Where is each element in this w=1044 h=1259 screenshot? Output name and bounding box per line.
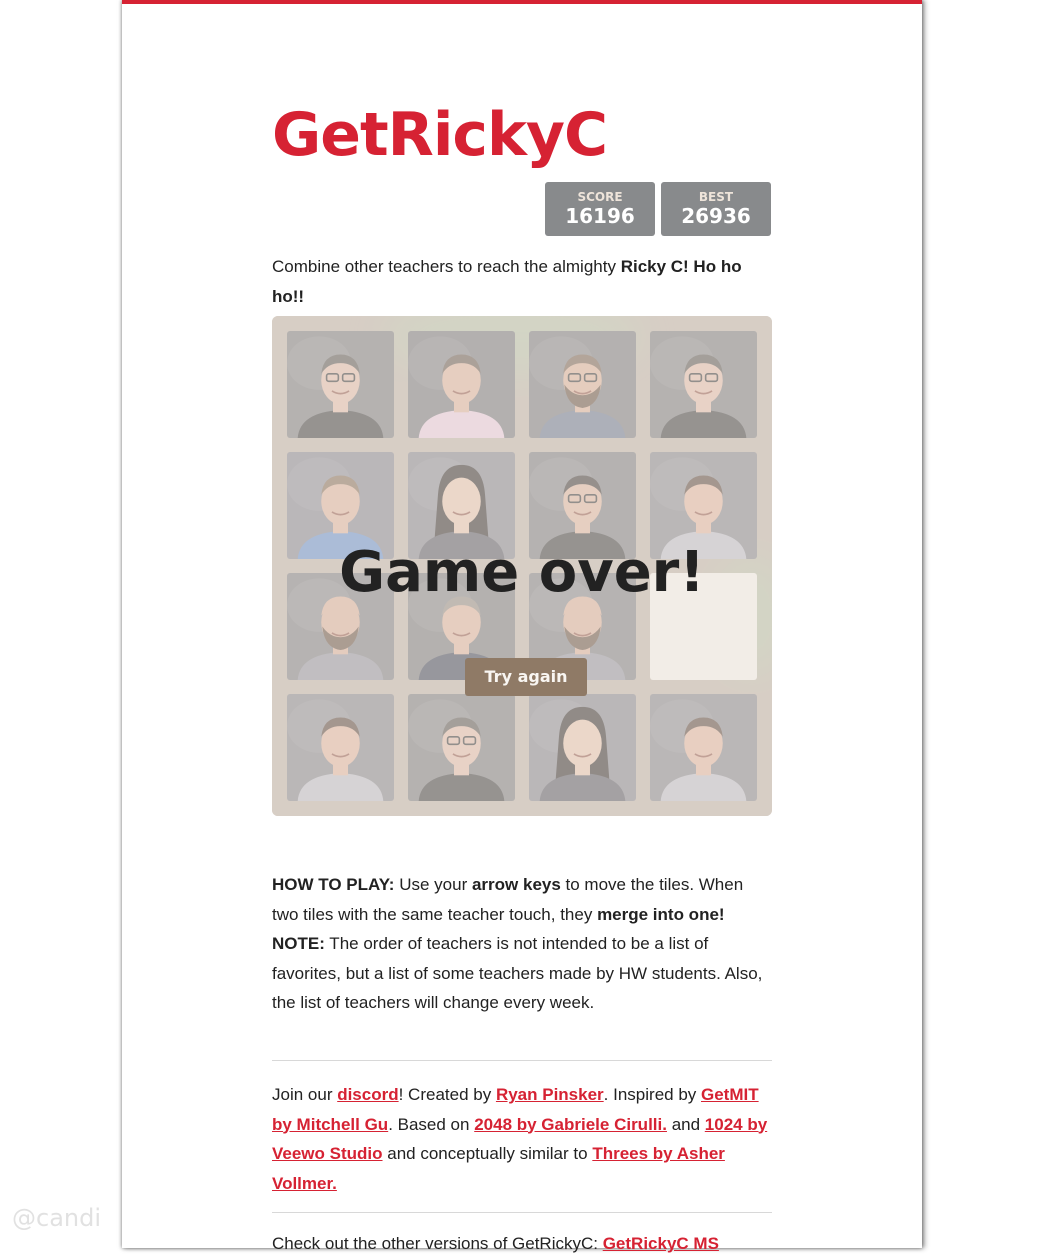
best-score-box: BEST 26936 — [661, 182, 771, 236]
score-box: SCORE 16196 — [545, 182, 655, 236]
ms-version-link[interactable]: GetRickyC MS — [603, 1234, 719, 1253]
howto-bold1: arrow keys — [471, 875, 561, 894]
credits-text: and conceptually similar to — [382, 1144, 593, 1163]
game-over-message: Game over! — [339, 540, 705, 605]
intro-text: Combine other teachers to reach the almi… — [272, 252, 772, 312]
g2048-link[interactable]: 2048 by Gabriele Cirulli. — [474, 1115, 667, 1134]
credits-text: and — [666, 1114, 705, 1134]
divider — [272, 1212, 772, 1213]
intro-plain: Combine other teachers to reach the almi… — [272, 257, 621, 276]
other-versions: Check out the other versions of GetRicky… — [272, 1229, 772, 1259]
other-versions-text: Check out the other versions of GetRicky… — [272, 1234, 603, 1253]
how-to-play: HOW TO PLAY: Use your arrow keys to move… — [272, 870, 772, 1018]
howto-bold2: merge into one! — [597, 904, 725, 924]
credits: Join our discord! Created by Ryan Pinske… — [272, 1080, 772, 1198]
try-again-button[interactable]: Try again — [465, 658, 587, 696]
credits-text: Join our — [272, 1085, 338, 1104]
note-text: The order of teachers is not intended to… — [272, 934, 763, 1012]
author-link[interactable]: Ryan Pinsker — [496, 1085, 604, 1104]
best-value: 26936 — [681, 204, 751, 228]
score-label: SCORE — [577, 190, 623, 204]
watermark: @candi — [12, 1204, 102, 1232]
divider — [272, 1060, 772, 1061]
discord-link[interactable]: discord — [337, 1085, 398, 1104]
game-board[interactable]: Game over! Try again — [272, 316, 772, 816]
page-card: GetRickyC SCORE 16196 BEST 26936 Combine… — [122, 0, 922, 1253]
credits-text: . Based on — [388, 1114, 475, 1134]
credits-text: . Inspired by — [603, 1085, 701, 1104]
score-value: 16196 — [565, 204, 635, 228]
note-label: NOTE: — [272, 934, 325, 953]
page-title: GetRickyC — [272, 100, 608, 170]
howto-text1: Use your — [394, 875, 472, 894]
best-label: BEST — [698, 190, 734, 204]
credits-text: ! Created by — [398, 1085, 496, 1104]
howto-label: HOW TO PLAY: — [272, 875, 395, 894]
